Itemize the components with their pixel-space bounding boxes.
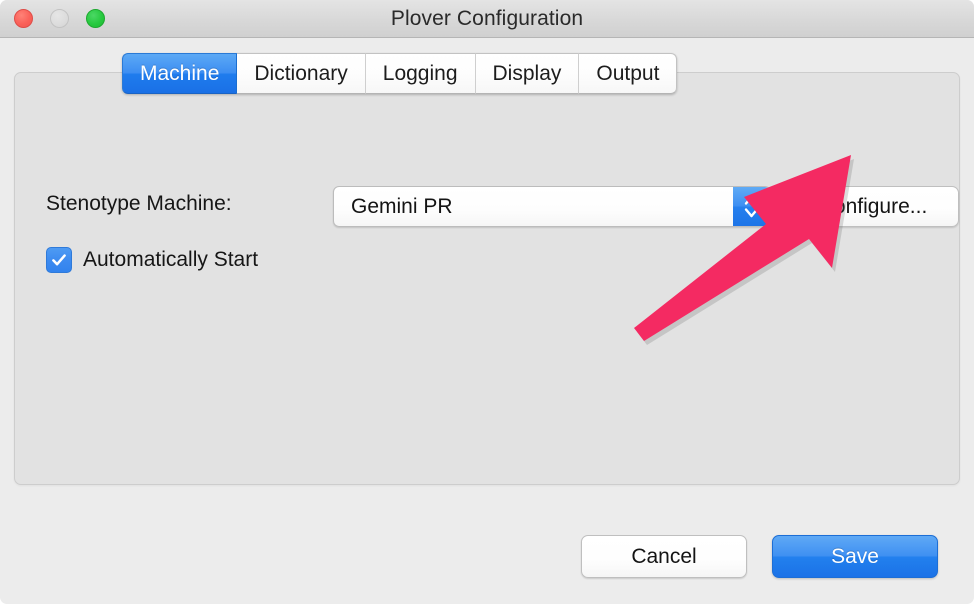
window-title: Plover Configuration: [390, 7, 584, 30]
tab-machine[interactable]: Machine: [122, 53, 238, 94]
checkmark-icon: [52, 254, 66, 266]
tab-display[interactable]: Display: [475, 53, 580, 94]
tab-dictionary[interactable]: Dictionary: [237, 53, 366, 94]
save-button[interactable]: Save: [772, 535, 938, 578]
stenotype-machine-label: Stenotype Machine:: [46, 192, 232, 215]
plover-configuration-window: Plover Configuration Stenotype Machine: …: [0, 0, 974, 604]
configure-button[interactable]: Configure...: [787, 186, 959, 227]
stenotype-machine-select[interactable]: Gemini PR: [333, 186, 771, 227]
automatically-start-checkbox-row[interactable]: Automatically Start: [46, 247, 258, 273]
settings-tab-bar: Machine Dictionary Logging Display Outpu…: [122, 53, 678, 94]
cancel-button[interactable]: Cancel: [581, 535, 747, 578]
tab-logging[interactable]: Logging: [365, 53, 476, 94]
tab-output[interactable]: Output: [579, 53, 678, 94]
window-titlebar: Plover Configuration: [0, 0, 974, 38]
automatically-start-checkbox[interactable]: [46, 247, 72, 273]
stenotype-machine-selected-value: Gemini PR: [351, 195, 453, 218]
automatically-start-label: Automatically Start: [83, 248, 259, 271]
tab-content-panel: Stenotype Machine: Gemini PR Configure..…: [14, 72, 960, 485]
chevron-up-down-icon[interactable]: [733, 187, 770, 226]
